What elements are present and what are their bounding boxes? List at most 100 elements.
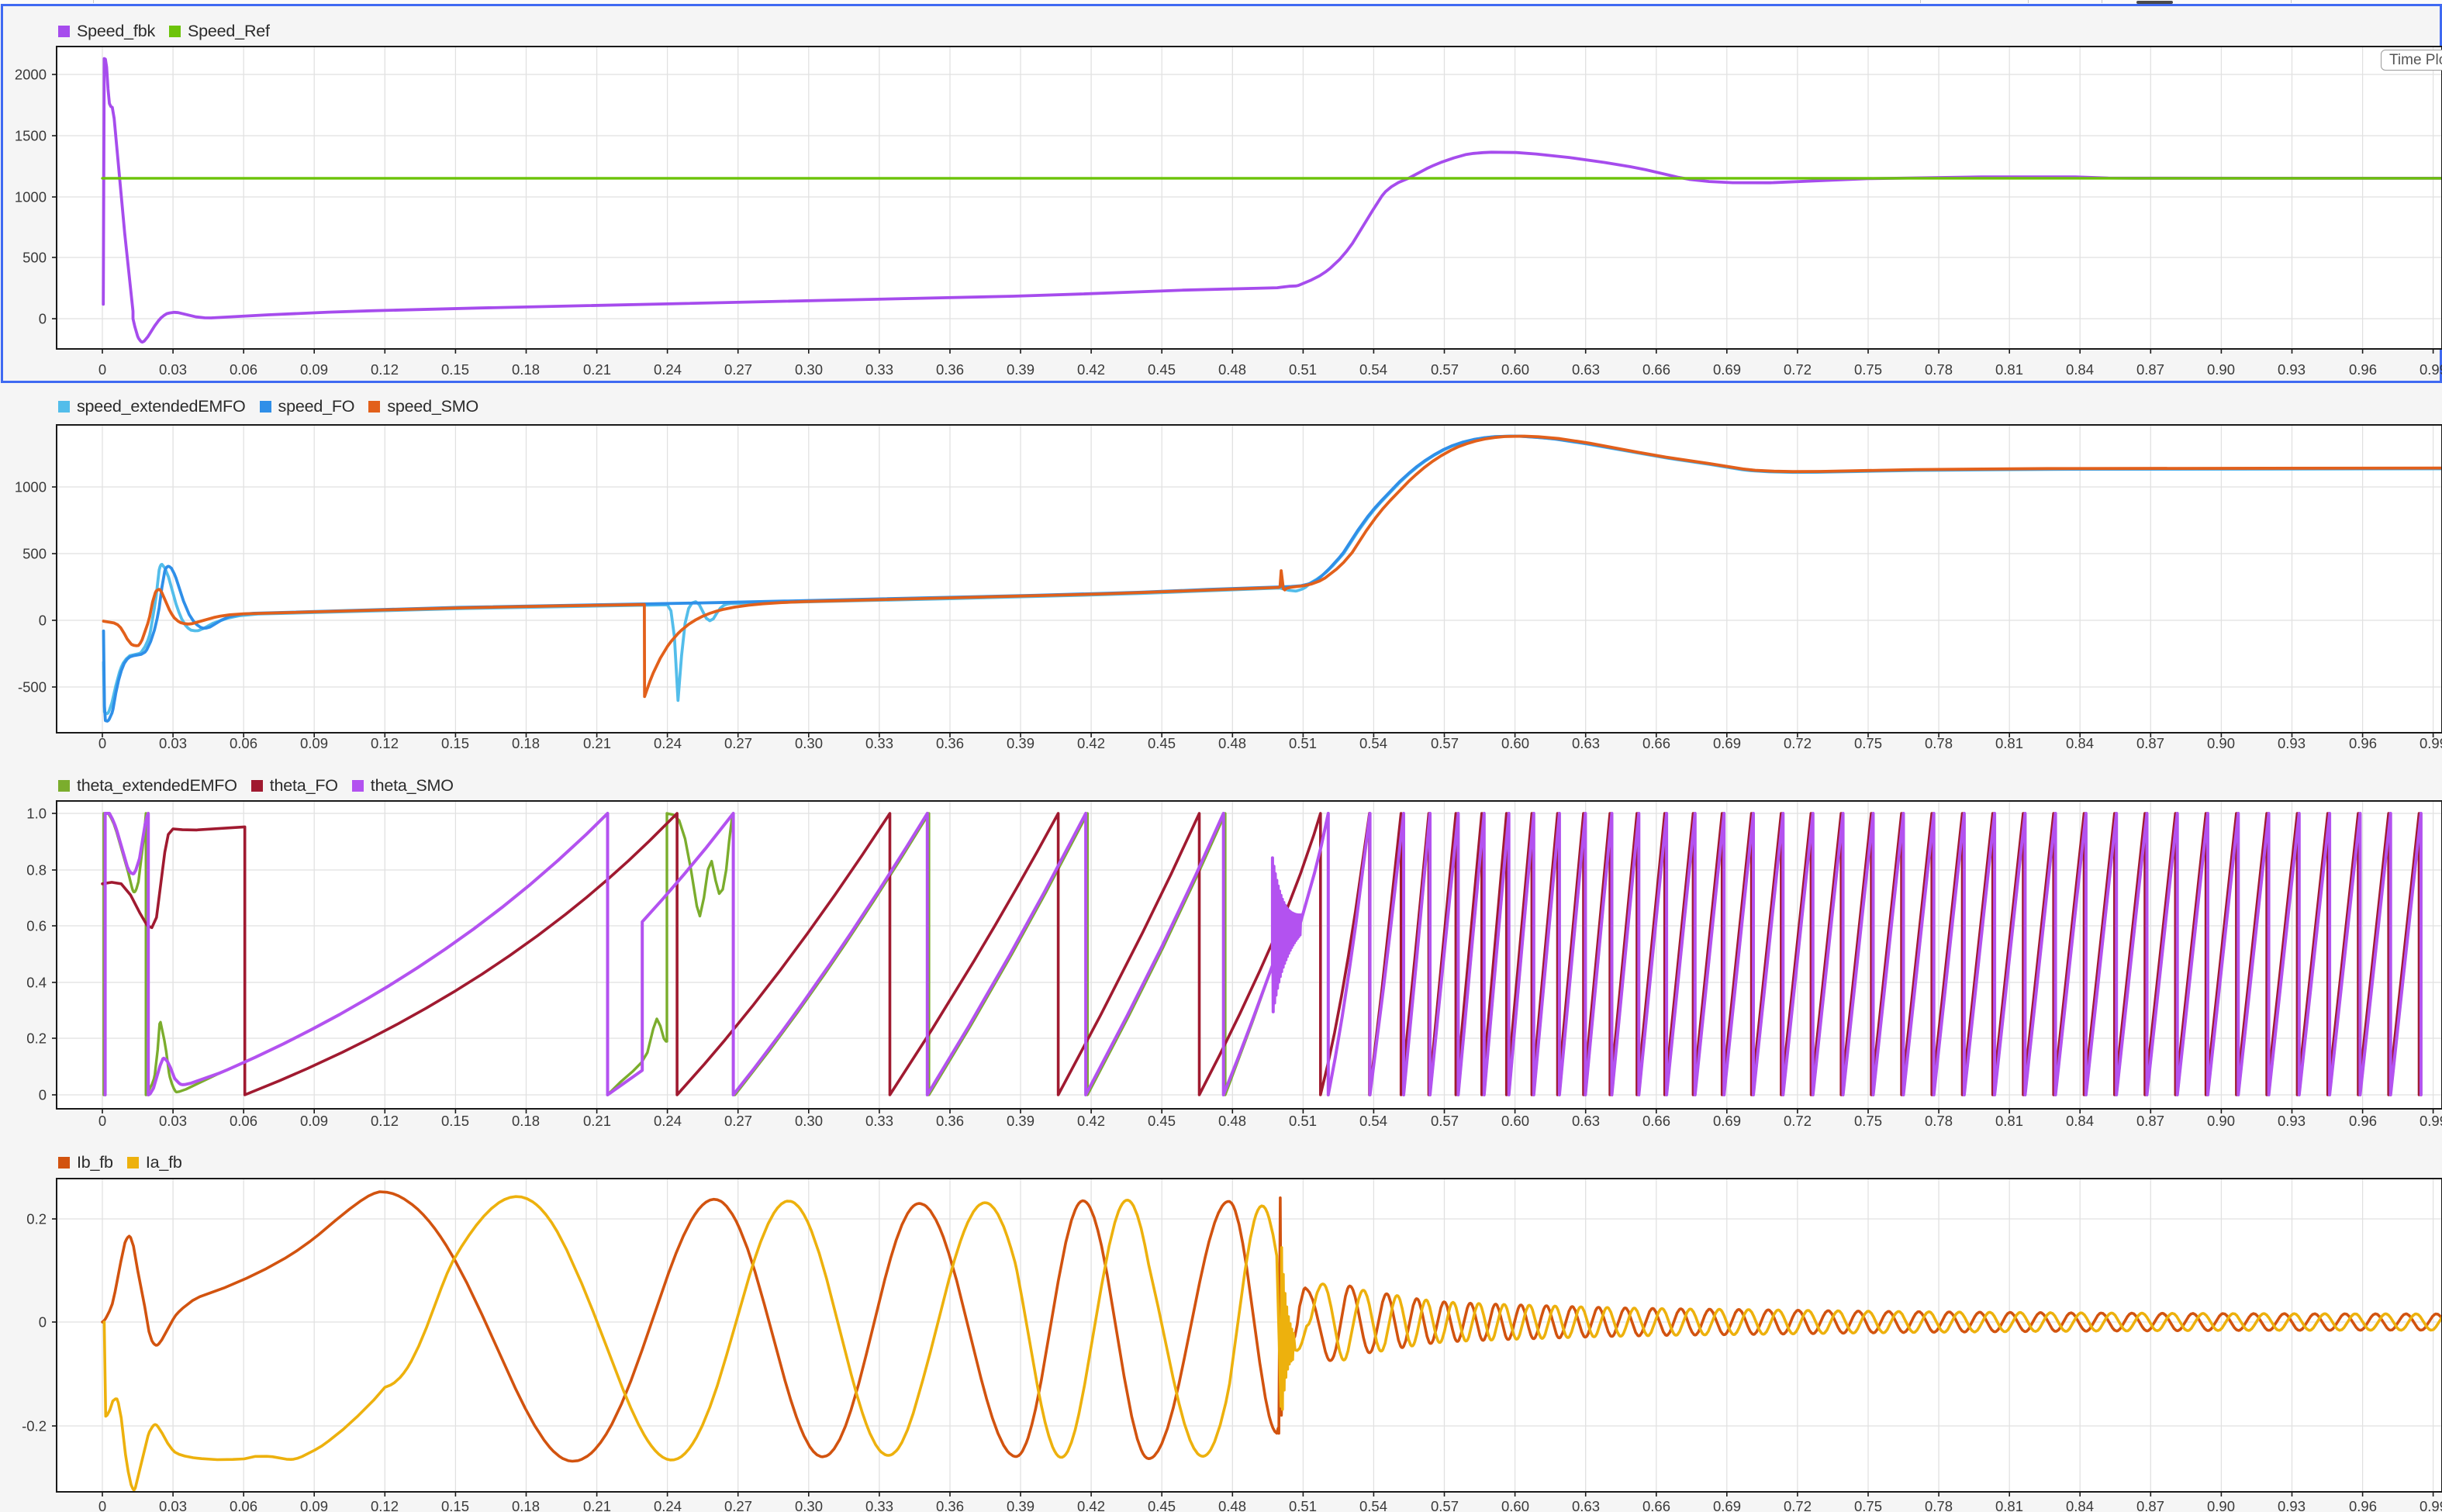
svg-text:0.90: 0.90 bbox=[2207, 735, 2235, 751]
svg-text:0.96: 0.96 bbox=[2349, 361, 2377, 378]
svg-text:0.24: 0.24 bbox=[654, 361, 682, 378]
svg-text:0.60: 0.60 bbox=[1501, 1498, 1529, 1512]
svg-text:0.99: 0.99 bbox=[2420, 735, 2442, 751]
svg-text:0.54: 0.54 bbox=[1359, 361, 1387, 378]
svg-text:0.12: 0.12 bbox=[371, 1113, 399, 1129]
svg-text:0.39: 0.39 bbox=[1007, 361, 1034, 378]
svg-text:-0.2: -0.2 bbox=[22, 1418, 47, 1434]
svg-text:0.60: 0.60 bbox=[1501, 1113, 1529, 1129]
svg-text:0.66: 0.66 bbox=[1642, 1113, 1670, 1129]
svg-text:-500: -500 bbox=[18, 679, 47, 696]
svg-text:0.60: 0.60 bbox=[1501, 361, 1529, 378]
svg-text:0.54: 0.54 bbox=[1359, 735, 1387, 751]
svg-text:0.63: 0.63 bbox=[1572, 1498, 1600, 1512]
svg-text:0.36: 0.36 bbox=[936, 361, 964, 378]
svg-text:0.93: 0.93 bbox=[2278, 1498, 2306, 1512]
svg-text:0: 0 bbox=[98, 1498, 106, 1512]
svg-text:0.30: 0.30 bbox=[795, 1113, 823, 1129]
svg-text:0.87: 0.87 bbox=[2136, 735, 2164, 751]
svg-text:0.18: 0.18 bbox=[512, 735, 540, 751]
svg-text:0.87: 0.87 bbox=[2136, 1498, 2164, 1512]
svg-text:0.72: 0.72 bbox=[1784, 735, 1812, 751]
svg-text:1000: 1000 bbox=[15, 479, 47, 495]
svg-text:0.90: 0.90 bbox=[2207, 1113, 2235, 1129]
svg-text:1000: 1000 bbox=[15, 189, 47, 205]
svg-text:0.57: 0.57 bbox=[1431, 1498, 1459, 1512]
svg-text:0.33: 0.33 bbox=[865, 361, 893, 378]
svg-text:0.06: 0.06 bbox=[230, 361, 257, 378]
svg-text:0.12: 0.12 bbox=[371, 735, 399, 751]
svg-text:1.0: 1.0 bbox=[26, 806, 47, 822]
svg-text:0.63: 0.63 bbox=[1572, 735, 1600, 751]
svg-text:0.96: 0.96 bbox=[2349, 1113, 2377, 1129]
svg-text:0.15: 0.15 bbox=[441, 361, 469, 378]
svg-text:0.93: 0.93 bbox=[2278, 735, 2306, 751]
svg-text:0.6: 0.6 bbox=[26, 918, 47, 934]
svg-text:0.06: 0.06 bbox=[230, 735, 257, 751]
svg-text:0.75: 0.75 bbox=[1854, 361, 1882, 378]
svg-text:0.15: 0.15 bbox=[441, 1498, 469, 1512]
svg-text:0.09: 0.09 bbox=[300, 735, 328, 751]
svg-text:0.45: 0.45 bbox=[1148, 1113, 1176, 1129]
svg-text:0.75: 0.75 bbox=[1854, 735, 1882, 751]
svg-text:0.72: 0.72 bbox=[1784, 1498, 1812, 1512]
svg-text:0.33: 0.33 bbox=[865, 1498, 893, 1512]
svg-text:0: 0 bbox=[98, 361, 106, 378]
svg-text:0.42: 0.42 bbox=[1077, 1498, 1105, 1512]
svg-text:0.06: 0.06 bbox=[230, 1113, 257, 1129]
svg-text:0.54: 0.54 bbox=[1359, 1498, 1387, 1512]
svg-text:0.60: 0.60 bbox=[1501, 735, 1529, 751]
svg-text:2000: 2000 bbox=[15, 67, 47, 83]
svg-text:0.45: 0.45 bbox=[1148, 735, 1176, 751]
svg-text:0.2: 0.2 bbox=[26, 1030, 47, 1047]
svg-text:0.21: 0.21 bbox=[583, 735, 611, 751]
svg-text:0.48: 0.48 bbox=[1218, 1498, 1246, 1512]
svg-text:0.27: 0.27 bbox=[724, 361, 752, 378]
svg-text:0.54: 0.54 bbox=[1359, 1113, 1387, 1129]
svg-text:500: 500 bbox=[22, 546, 47, 562]
svg-text:0.39: 0.39 bbox=[1007, 1498, 1034, 1512]
svg-text:0.2: 0.2 bbox=[26, 1211, 47, 1227]
svg-text:0.69: 0.69 bbox=[1713, 1113, 1741, 1129]
svg-text:0.39: 0.39 bbox=[1007, 735, 1034, 751]
svg-text:0.27: 0.27 bbox=[724, 1498, 752, 1512]
svg-text:0: 0 bbox=[39, 1087, 47, 1103]
svg-text:0.99: 0.99 bbox=[2420, 1113, 2442, 1129]
svg-text:0.57: 0.57 bbox=[1431, 1113, 1459, 1129]
svg-text:0.84: 0.84 bbox=[2066, 1113, 2094, 1129]
svg-text:0.30: 0.30 bbox=[795, 361, 823, 378]
svg-text:0.18: 0.18 bbox=[512, 361, 540, 378]
svg-text:0.99: 0.99 bbox=[2420, 361, 2442, 378]
svg-text:0.81: 0.81 bbox=[1995, 361, 2023, 378]
svg-text:0.48: 0.48 bbox=[1218, 361, 1246, 378]
svg-text:0.27: 0.27 bbox=[724, 735, 752, 751]
svg-text:0.75: 0.75 bbox=[1854, 1498, 1882, 1512]
svg-text:1500: 1500 bbox=[15, 128, 47, 144]
svg-text:0.48: 0.48 bbox=[1218, 1113, 1246, 1129]
svg-text:0.21: 0.21 bbox=[583, 1113, 611, 1129]
svg-text:0.03: 0.03 bbox=[159, 1113, 187, 1129]
svg-text:0.24: 0.24 bbox=[654, 1498, 682, 1512]
svg-text:0.36: 0.36 bbox=[936, 1498, 964, 1512]
svg-text:0.69: 0.69 bbox=[1713, 361, 1741, 378]
svg-text:0.84: 0.84 bbox=[2066, 361, 2094, 378]
svg-text:0.66: 0.66 bbox=[1642, 361, 1670, 378]
svg-text:0.51: 0.51 bbox=[1289, 735, 1317, 751]
svg-text:0.06: 0.06 bbox=[230, 1498, 257, 1512]
svg-text:0.72: 0.72 bbox=[1784, 361, 1812, 378]
svg-text:0.75: 0.75 bbox=[1854, 1113, 1882, 1129]
svg-text:0.81: 0.81 bbox=[1995, 1498, 2023, 1512]
svg-text:0.42: 0.42 bbox=[1077, 1113, 1105, 1129]
svg-text:0.03: 0.03 bbox=[159, 735, 187, 751]
svg-text:0.66: 0.66 bbox=[1642, 1498, 1670, 1512]
svg-text:0.36: 0.36 bbox=[936, 735, 964, 751]
svg-text:500: 500 bbox=[22, 250, 47, 266]
svg-text:0.15: 0.15 bbox=[441, 735, 469, 751]
svg-text:0.99: 0.99 bbox=[2420, 1498, 2442, 1512]
svg-text:0.27: 0.27 bbox=[724, 1113, 752, 1129]
svg-text:0.09: 0.09 bbox=[300, 361, 328, 378]
svg-text:0.63: 0.63 bbox=[1572, 1113, 1600, 1129]
svg-text:0.21: 0.21 bbox=[583, 1498, 611, 1512]
svg-text:0.45: 0.45 bbox=[1148, 1498, 1176, 1512]
svg-text:0.57: 0.57 bbox=[1431, 735, 1459, 751]
